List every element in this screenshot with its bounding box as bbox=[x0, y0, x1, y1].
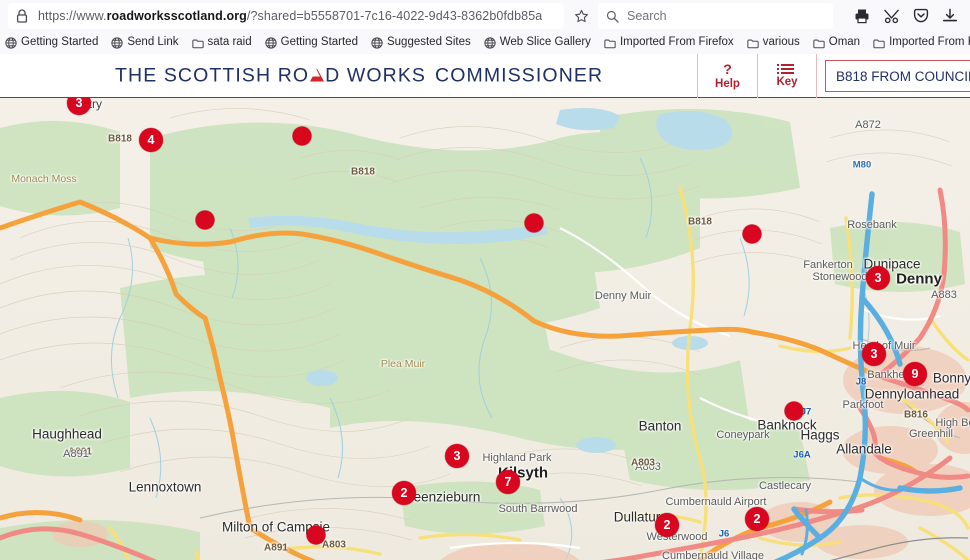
bookmark-label: Imported From Firefox... bbox=[889, 36, 970, 49]
folder-icon bbox=[747, 38, 759, 49]
map-marker-cluster[interactable]: 7 bbox=[496, 470, 520, 494]
key-button-label: Key bbox=[776, 76, 798, 88]
map-marker[interactable] bbox=[306, 525, 326, 545]
map-marker[interactable] bbox=[742, 224, 762, 244]
lock-icon bbox=[16, 9, 29, 23]
site-logo: THE SCOTTISH RO D WORKS COMMISSIONER bbox=[115, 64, 603, 87]
map-marker-cluster[interactable]: 2 bbox=[392, 481, 416, 505]
map-marker-cluster[interactable]: 9 bbox=[903, 362, 927, 386]
bookmark-label: Suggested Sites bbox=[386, 36, 471, 49]
bookmark-label: Send Link bbox=[127, 36, 179, 49]
browser-search-placeholder: Search bbox=[627, 9, 667, 23]
site-header: THE SCOTTISH RO D WORKS COMMISSIONER ? Hel… bbox=[0, 54, 970, 98]
download-icon[interactable] bbox=[942, 8, 958, 24]
bookmark-item[interactable]: Getting Started bbox=[5, 37, 98, 49]
bookmark-item[interactable]: Web Slice Gallery bbox=[484, 37, 591, 49]
triangle-logo-icon bbox=[309, 64, 325, 87]
url-bar-row: https://www.roadworksscotland.org/?share… bbox=[0, 0, 970, 32]
bookmark-item[interactable]: Oman bbox=[813, 37, 860, 49]
header-buttons: ? Help Key bbox=[697, 54, 817, 98]
bookmark-label: Oman bbox=[828, 36, 861, 49]
folder-icon bbox=[873, 38, 885, 49]
folder-icon bbox=[191, 38, 204, 49]
browser-chrome: https://www.roadworksscotland.org/?share… bbox=[0, 0, 970, 54]
logo-text-part3: COMMISSIONER bbox=[435, 64, 604, 86]
map-marker-cluster[interactable]: 2 bbox=[745, 507, 769, 531]
bookmark-item[interactable]: sata raid bbox=[191, 36, 252, 49]
map-marker[interactable] bbox=[524, 213, 544, 233]
map-marker-cluster[interactable]: 4 bbox=[139, 128, 163, 152]
url-domain: roadworksscotland.org bbox=[106, 9, 247, 23]
browser-search-input[interactable]: Search bbox=[598, 3, 833, 29]
globe-icon bbox=[5, 37, 17, 49]
globe-icon bbox=[264, 37, 277, 49]
help-button-label: Help bbox=[715, 78, 740, 90]
globe-icon bbox=[371, 37, 383, 49]
map-marker[interactable] bbox=[195, 210, 215, 230]
chrome-action-icons bbox=[854, 8, 962, 24]
clip-icon[interactable] bbox=[883, 8, 900, 24]
key-button[interactable]: Key bbox=[757, 54, 817, 98]
globe-icon bbox=[484, 37, 496, 49]
bookmarks-bar: Getting Started Send Link sata raid Getting… bbox=[0, 32, 970, 54]
bookmark-label: sata raid bbox=[207, 36, 252, 49]
pocket-icon[interactable] bbox=[913, 8, 929, 24]
location-search-value: B818 FROM COUNCIL BO bbox=[836, 68, 970, 84]
bookmark-label: Getting Started bbox=[21, 36, 99, 49]
address-bar[interactable]: https://www.roadworksscotland.org/?share… bbox=[8, 3, 564, 29]
url-suffix: /?shared=b5558701-7c16-4022-9d43-8362b0f… bbox=[246, 9, 543, 23]
bookmark-item[interactable]: Suggested Sites bbox=[371, 37, 471, 49]
bookmark-star-icon[interactable] bbox=[570, 9, 592, 24]
search-icon bbox=[606, 10, 619, 23]
bookmark-item[interactable]: Imported From Firefox bbox=[604, 37, 734, 49]
bookmark-label: Getting Started bbox=[280, 36, 358, 49]
bookmark-item[interactable]: Getting Started bbox=[264, 36, 358, 49]
logo-text-part1: THE SCOTTISH RO bbox=[115, 64, 310, 86]
url-prefix: https://www. bbox=[38, 9, 107, 23]
map-marker-cluster[interactable]: 3 bbox=[866, 266, 890, 290]
question-mark-icon: ? bbox=[723, 61, 732, 77]
help-button[interactable]: ? Help bbox=[697, 54, 757, 98]
bookmark-item[interactable]: various bbox=[747, 37, 800, 49]
url-text: https://www.roadworksscotland.org/?share… bbox=[38, 9, 542, 23]
map-tiles bbox=[0, 98, 970, 560]
map-canvas[interactable]: Monach Moss ntry B818 B818 B818 Denny Muir Ple… bbox=[0, 98, 970, 560]
globe-icon bbox=[111, 37, 124, 49]
map-marker-cluster[interactable]: 3 bbox=[862, 342, 886, 366]
bookmark-item[interactable]: Imported From Firefox... bbox=[873, 37, 970, 49]
bookmark-item[interactable]: Send Link bbox=[111, 36, 179, 49]
location-search-input[interactable]: B818 FROM COUNCIL BO bbox=[825, 60, 970, 92]
print-icon[interactable] bbox=[854, 8, 870, 24]
bookmark-label: Web Slice Gallery bbox=[499, 36, 591, 49]
map-marker-cluster[interactable]: 2 bbox=[655, 513, 679, 537]
folder-icon bbox=[604, 38, 616, 49]
map-marker[interactable] bbox=[784, 401, 804, 421]
folder-icon bbox=[813, 38, 825, 49]
map-marker-cluster[interactable]: 3 bbox=[445, 444, 469, 468]
list-icon bbox=[776, 64, 794, 74]
bookmark-label: Imported From Firefox bbox=[619, 36, 734, 49]
logo-text-part2: D WORKS bbox=[325, 64, 427, 86]
bookmark-label: various bbox=[762, 36, 800, 49]
map-marker[interactable] bbox=[292, 126, 312, 146]
